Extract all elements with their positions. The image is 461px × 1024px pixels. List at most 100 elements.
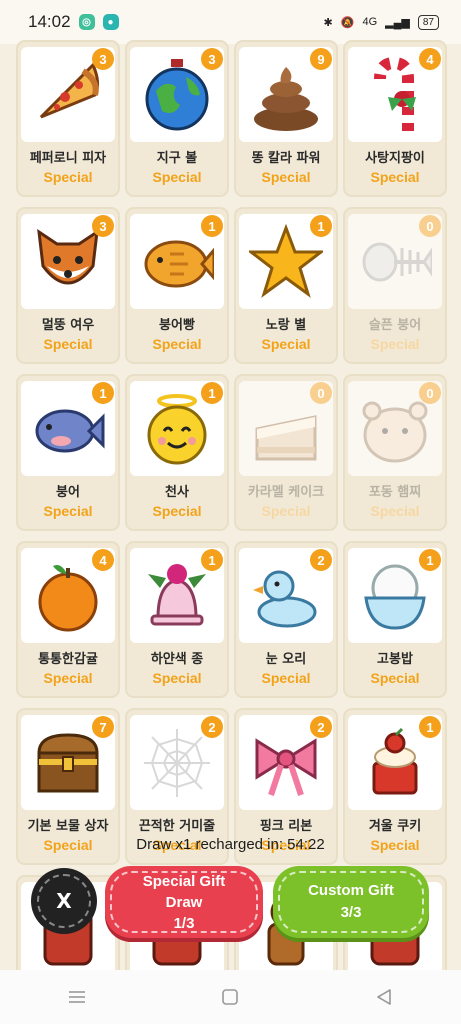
- gift-card[interactable]: 9 똥 칼라 파워 Special: [234, 40, 338, 197]
- gift-card[interactable]: 3 멀뚱 여우 Special: [16, 207, 120, 364]
- winter-cookie-icon: [372, 727, 418, 795]
- gift-name: 핑크 리본: [259, 819, 313, 834]
- custom-title: Custom Gift: [308, 882, 394, 899]
- hamster-icon: [362, 401, 428, 463]
- count-badge: 2: [201, 716, 223, 738]
- gift-name: 기본 보물 상자: [27, 819, 109, 834]
- message-app-icon: ●: [102, 14, 119, 30]
- gift-name: 사탕지팡이: [365, 151, 425, 166]
- gift-card[interactable]: 1 붕어 Special: [16, 374, 120, 531]
- gift-name: 눈 오리: [265, 652, 307, 667]
- status-bar: 14:02 ◎ ● ✱ 🔕 4G ▂▄▆ 87: [0, 0, 461, 44]
- count-badge: 1: [92, 382, 114, 404]
- count-badge: 3: [92, 215, 114, 237]
- gift-name: 겨울 쿠키: [368, 819, 422, 834]
- tangerine-icon: [38, 565, 98, 632]
- gift-type-label: Special: [152, 503, 202, 519]
- fish-bone-icon: [362, 242, 432, 282]
- gift-grid: 3 페퍼로니 피자 Special 3 지구 볼 Special 9 똥 칼라 파워 Speci…: [16, 40, 448, 970]
- gift-type-label: Special: [261, 336, 311, 352]
- close-button[interactable]: X: [31, 868, 97, 934]
- gift-card[interactable]: 3 페퍼로니 피자 Special: [16, 40, 120, 197]
- gift-name: 통통한감귤: [38, 652, 98, 667]
- gift-name: 슬픈 붕어: [368, 318, 422, 333]
- pizza-icon: [39, 62, 100, 119]
- gift-card[interactable]: 4 통통한감귤 Special: [16, 541, 120, 698]
- gift-name: 붕어빵: [159, 318, 195, 333]
- gift-card[interactable]: 0 카라멜 케이크 Special: [234, 374, 338, 531]
- gift-name: 멀뚱 여우: [41, 318, 95, 333]
- gift-type-label: Special: [370, 336, 420, 352]
- draw-subtitle: Draw: [165, 893, 203, 911]
- pink-ribbon-icon: [255, 738, 317, 796]
- custom-gift-button[interactable]: Custom Gift 3/3: [273, 866, 429, 938]
- gift-card[interactable]: 1 노랑 별 Special: [234, 207, 338, 364]
- gift-card[interactable]: 1 천사 Special: [125, 374, 229, 531]
- recent-apps-button[interactable]: [47, 982, 107, 1012]
- signal-icon: ▂▄▆: [385, 16, 410, 29]
- gift-name: 포동 햄찌: [368, 485, 422, 500]
- angel-face-icon: [147, 394, 207, 465]
- count-badge: 3: [92, 48, 114, 70]
- gift-type-label: Special: [152, 169, 202, 185]
- fish-bread-icon: [144, 240, 214, 288]
- gift-type-label: Special: [152, 336, 202, 352]
- snow-duck-icon: [253, 570, 317, 628]
- close-label: X: [56, 889, 72, 913]
- gift-card[interactable]: 0 포동 햄찌 Special: [343, 374, 447, 531]
- gift-card[interactable]: 2 눈 오리 Special: [234, 541, 338, 698]
- draw-count: 1/3: [173, 914, 195, 932]
- fox-icon: [37, 228, 99, 285]
- gift-name: 하얀색 종: [150, 652, 204, 667]
- count-badge: 2: [310, 716, 332, 738]
- bluetooth-icon: ✱: [323, 16, 333, 29]
- gift-card[interactable]: 0 슬픈 붕어 Special: [343, 207, 447, 364]
- battery-icon: 87: [417, 14, 439, 30]
- home-square-icon: [222, 989, 239, 1005]
- treasure-chest-icon: [37, 733, 99, 793]
- gift-type-label: Special: [370, 169, 420, 185]
- count-badge: 2: [310, 549, 332, 571]
- gift-card[interactable]: 1 붕어빵 Special: [125, 207, 229, 364]
- count-badge: 1: [419, 716, 441, 738]
- star-icon: [249, 223, 323, 298]
- count-badge: 1: [201, 382, 223, 404]
- gift-name: 페퍼로니 피자: [29, 151, 107, 166]
- count-badge: 0: [419, 382, 441, 404]
- gift-type-label: Special: [43, 670, 93, 686]
- count-badge: 1: [201, 549, 223, 571]
- gift-type-label: Special: [370, 670, 420, 686]
- rice-bowl-icon: [364, 564, 426, 630]
- count-badge: 0: [419, 215, 441, 237]
- home-button[interactable]: [200, 982, 260, 1012]
- gift-card[interactable]: 1 하얀색 종 Special: [125, 541, 229, 698]
- gift-name: 카라멜 케이크: [247, 485, 325, 500]
- special-gift-draw-button[interactable]: Special Gift Draw 1/3: [105, 866, 263, 938]
- gift-name: 고봉밥: [377, 652, 413, 667]
- draw-title: Special Gift: [142, 872, 226, 890]
- gift-type-label: Special: [43, 336, 93, 352]
- gift-type-label: Special: [370, 503, 420, 519]
- count-badge: 0: [310, 382, 332, 404]
- poop-icon: [254, 67, 318, 131]
- count-badge: 4: [92, 549, 114, 571]
- gift-card[interactable]: 1 고봉밥 Special: [343, 541, 447, 698]
- notification-app-icon: ◎: [78, 14, 95, 30]
- gift-card[interactable]: 4 사탕지팡이 Special: [343, 40, 447, 197]
- gift-type-label: Special: [43, 503, 93, 519]
- gift-type-label: Special: [261, 169, 311, 185]
- count-badge: 4: [419, 48, 441, 70]
- gift-name: 지구 볼: [156, 151, 198, 166]
- count-badge: 1: [310, 215, 332, 237]
- earth-ornament-icon: [145, 59, 209, 131]
- back-button[interactable]: [354, 982, 414, 1012]
- back-triangle-icon: [377, 989, 391, 1005]
- system-nav-bar: [0, 970, 461, 1024]
- gift-type-label: Special: [152, 670, 202, 686]
- candy-cane-icon: [374, 56, 416, 131]
- count-badge: 3: [201, 48, 223, 70]
- menu-icon: [68, 991, 85, 1003]
- gift-type-label: Special: [261, 503, 311, 519]
- spider-web-icon: [144, 729, 210, 797]
- gift-card[interactable]: 3 지구 볼 Special: [125, 40, 229, 197]
